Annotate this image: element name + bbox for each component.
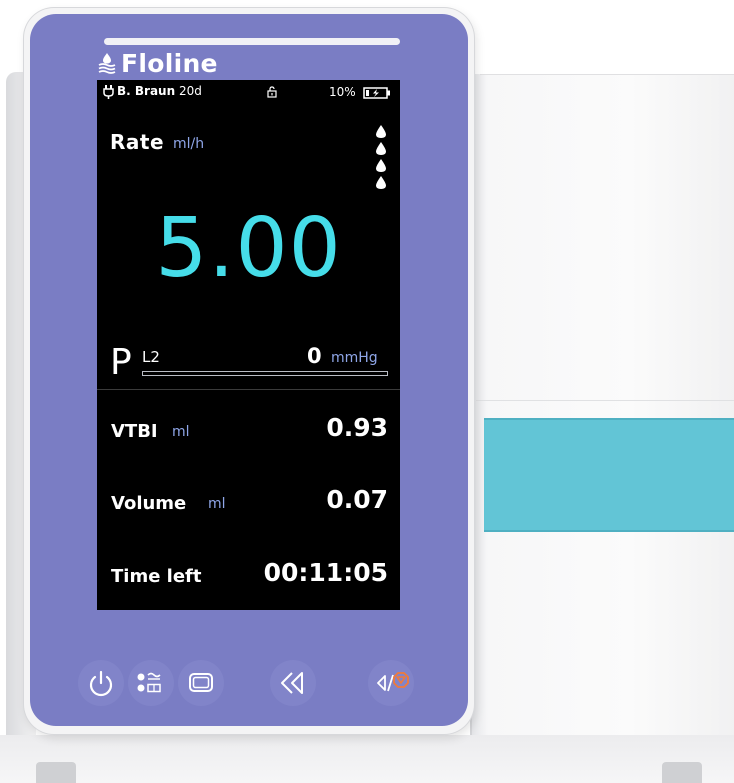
- rate-unit: ml/h: [173, 136, 205, 152]
- volume-unit: ml: [208, 496, 226, 512]
- pump-base: [0, 735, 734, 783]
- options-menu-icon: [137, 672, 161, 693]
- status-bar: B. Braun 20d 10%: [97, 80, 400, 104]
- time-left-label: Time left: [111, 566, 202, 587]
- brand-logo: Floline: [96, 48, 218, 78]
- device-name: B. Braun 20d: [117, 84, 202, 98]
- power-icon: [89, 670, 113, 697]
- housing-split-line: [476, 400, 734, 401]
- start-stop-key[interactable]: [368, 660, 414, 706]
- rate-value[interactable]: 5.00: [97, 208, 400, 290]
- battery-percent: 10%: [329, 85, 356, 99]
- unlocked-padlock-icon: [267, 86, 277, 98]
- pressure-level: L2: [142, 348, 160, 366]
- power-key[interactable]: [78, 660, 124, 706]
- pressure-unit: mmHg: [331, 350, 378, 366]
- syringe-holder-band: [484, 418, 734, 532]
- vtbi-unit: ml: [172, 424, 190, 440]
- keypad: [30, 640, 468, 726]
- right-foot: [662, 762, 702, 783]
- volume-label: Volume: [111, 493, 187, 514]
- rate-label: Rate: [110, 130, 165, 154]
- top-indicator-slot: [104, 38, 400, 45]
- pressure-label: P: [110, 342, 132, 383]
- vtbi-value[interactable]: 0.93: [326, 413, 388, 442]
- display-key[interactable]: [178, 660, 224, 706]
- left-foot: [36, 762, 76, 783]
- volume-value: 0.07: [326, 485, 388, 514]
- screen-divider: [97, 389, 400, 390]
- rewind-icon: [281, 672, 303, 694]
- bolus-key[interactable]: [270, 660, 316, 706]
- display-screen[interactable]: B. Braun 20d 10% Rate ml/h 5.00 P L2 0 m…: [97, 80, 400, 610]
- plug-icon: [103, 85, 114, 99]
- battery-charging-icon: [363, 87, 390, 99]
- housing-seam: [480, 74, 734, 75]
- pressure-bar: [142, 371, 388, 376]
- screen-icon: [189, 673, 213, 692]
- pressure-value: 0: [307, 344, 322, 368]
- water-drop-logo-icon: [98, 53, 116, 74]
- drop-rate-icon: [376, 125, 386, 189]
- menu-key[interactable]: [128, 660, 174, 706]
- brand-name: Floline: [121, 48, 218, 78]
- vtbi-label: VTBI: [111, 421, 158, 442]
- start-stop-icon: [377, 672, 409, 692]
- time-left-value: 00:11:05: [263, 558, 388, 587]
